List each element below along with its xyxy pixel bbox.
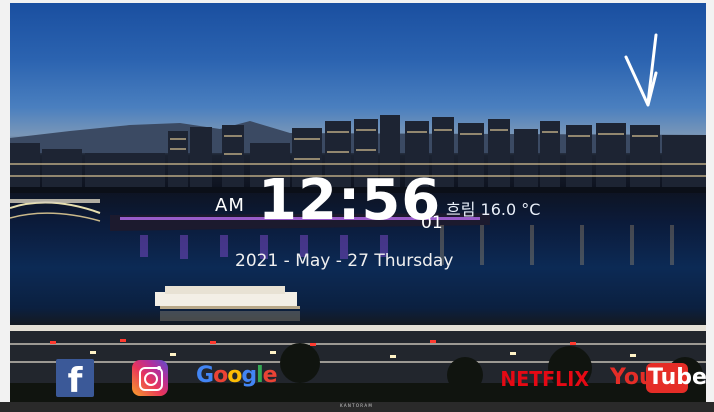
youtube-app-icon[interactable]: You Tube — [610, 363, 706, 397]
weather-condition: 흐림 — [446, 200, 476, 219]
facebook-glyph: f — [67, 361, 83, 401]
down-arrow-annotation — [624, 33, 658, 107]
google-letter: o — [227, 363, 242, 388]
date-display: 2021 - May - 27 Thursday — [235, 251, 454, 271]
instagram-app-icon[interactable] — [132, 360, 168, 396]
monitor-brand-label: K A N T O R A M — [340, 403, 372, 408]
weather-temperature: 16.0 °C — [480, 200, 541, 219]
google-app-icon[interactable]: Google — [196, 363, 278, 388]
google-letter: g — [241, 363, 257, 388]
clock-time: 12:56 — [258, 168, 442, 233]
google-letter: G — [196, 363, 214, 388]
google-letter: e — [262, 363, 278, 388]
clock-ampm: AM — [215, 195, 245, 216]
youtube-tube-label: Tube — [648, 365, 706, 390]
wallpaper-screen: AM 12:56 01 흐림 16.0 °C 2021 - May - 27 T… — [10, 3, 706, 404]
weather-widget: 흐림 16.0 °C — [446, 196, 540, 220]
netflix-label: NETFLIX — [500, 367, 589, 391]
netflix-app-icon[interactable]: NETFLIX — [500, 367, 589, 391]
instagram-lens-icon — [144, 372, 158, 386]
google-letter: o — [213, 363, 228, 388]
instagram-flash-icon — [157, 366, 161, 370]
facebook-app-icon[interactable]: f — [56, 359, 94, 401]
clock-seconds: 01 — [421, 213, 443, 233]
monitor-bezel: K A N T O R A M — [0, 402, 714, 412]
